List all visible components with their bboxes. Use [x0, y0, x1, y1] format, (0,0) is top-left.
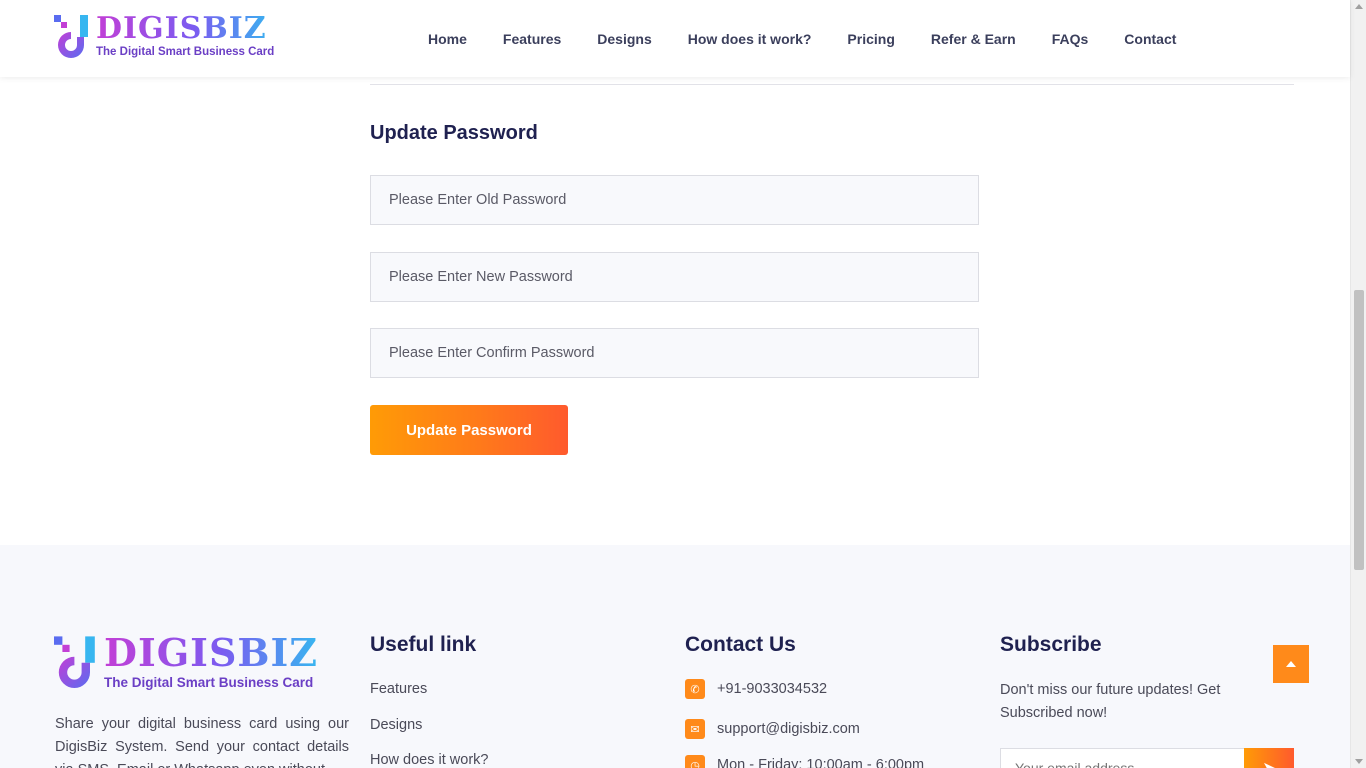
- nav-contact[interactable]: Contact: [1124, 31, 1176, 47]
- subscribe-text: Don't miss our future updates! Get Subsc…: [1000, 682, 1221, 721]
- logo-mark-icon: [54, 15, 88, 58]
- footer-link-how-it-works[interactable]: How does it work?: [370, 752, 488, 768]
- clock-icon: ◷: [685, 755, 705, 768]
- back-to-top-button[interactable]: [1273, 645, 1309, 683]
- nav-features[interactable]: Features: [503, 31, 561, 47]
- contact-phone[interactable]: ✆ +91-9033034532: [685, 679, 827, 699]
- contact-email[interactable]: ✉ support@digisbiz.com: [685, 719, 860, 739]
- old-password-input[interactable]: [370, 175, 979, 225]
- contact-phone-text: +91-9033034532: [717, 681, 828, 697]
- subscribe-send-button[interactable]: ➤: [1244, 748, 1294, 768]
- scroll-up-arrow-icon[interactable]: [1355, 4, 1363, 9]
- site-footer: DIGISBIZ The Digital Smart Business Card…: [0, 545, 1350, 768]
- nav-refer-earn[interactable]: Refer & Earn: [931, 31, 1016, 47]
- useful-links-title: Useful link: [370, 633, 477, 656]
- scroll-down-arrow-icon[interactable]: [1355, 759, 1363, 764]
- footer-logo-tagline: The Digital Smart Business Card: [104, 675, 314, 690]
- footer-link-designs[interactable]: Designs: [370, 717, 422, 733]
- contact-hours-text: Mon - Friday: 10:00am - 6:00pm: [717, 757, 925, 768]
- contact-email-text: support@digisbiz.com: [717, 721, 860, 737]
- footer-logo[interactable]: DIGISBIZ The Digital Smart Business Card: [54, 634, 318, 694]
- subscribe-email-input[interactable]: [1000, 748, 1245, 768]
- update-password-button[interactable]: Update Password: [370, 405, 568, 455]
- logo-tagline: The Digital Smart Business Card: [96, 46, 275, 58]
- phone-icon: ✆: [685, 679, 705, 699]
- new-password-input[interactable]: [370, 252, 979, 302]
- nav-faqs[interactable]: FAQs: [1052, 31, 1089, 47]
- arrow-up-icon: [1286, 661, 1296, 667]
- contact-us-title: Contact Us: [685, 633, 796, 656]
- site-header: DIGISBIZ The Digital Smart Business Card…: [0, 0, 1350, 77]
- nav-home[interactable]: Home: [428, 31, 467, 47]
- nav-designs[interactable]: Designs: [597, 31, 651, 47]
- main-nav: Home Features Designs How does it work? …: [410, 0, 1194, 77]
- section-divider: [370, 84, 1294, 85]
- send-icon: ➤: [1262, 760, 1275, 768]
- footer-about-text: Share your digital business card using o…: [55, 716, 349, 768]
- confirm-password-input[interactable]: [370, 328, 979, 378]
- footer-logo-wordmark: DIGISBIZ: [104, 630, 319, 675]
- site-logo[interactable]: DIGISBIZ The Digital Smart Business Card: [54, 13, 274, 63]
- scrollbar-thumb[interactable]: [1354, 290, 1364, 570]
- contact-hours: ◷ Mon - Friday: 10:00am - 6:00pm: [685, 755, 924, 768]
- nav-how-it-works[interactable]: How does it work?: [688, 31, 812, 47]
- footer-link-features[interactable]: Features: [370, 681, 427, 697]
- logo-wordmark: DIGISBIZ: [96, 13, 274, 45]
- footer-logo-mark-icon: [54, 636, 95, 688]
- mail-icon: ✉: [685, 719, 705, 739]
- subscribe-title: Subscribe: [1000, 633, 1102, 656]
- page-scrollbar[interactable]: [1350, 0, 1366, 768]
- update-password-title: Update Password: [370, 122, 538, 144]
- nav-pricing[interactable]: Pricing: [847, 31, 894, 47]
